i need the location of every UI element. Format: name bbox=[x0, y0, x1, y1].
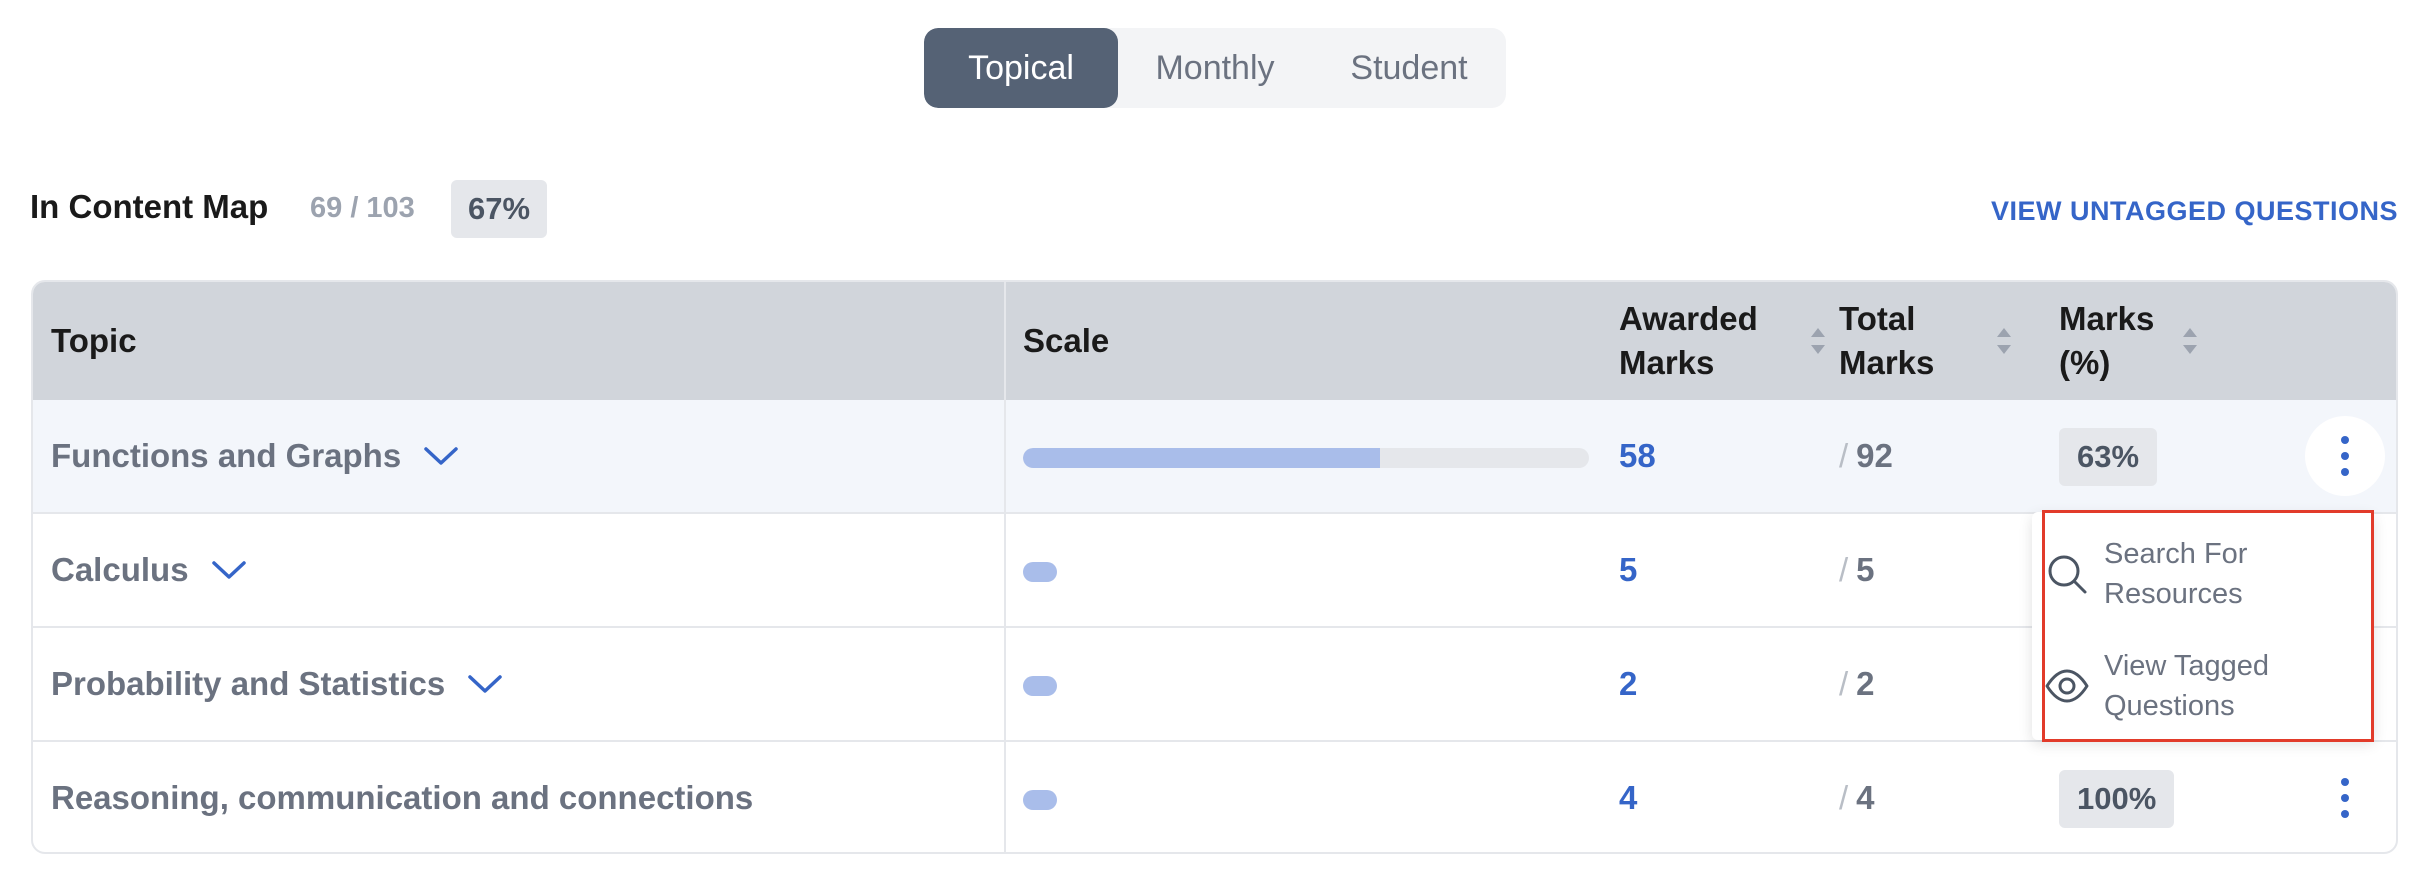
scale-bar-fill bbox=[1023, 448, 1380, 468]
view-untagged-questions-link[interactable]: VIEW UNTAGGED QUESTIONS bbox=[1991, 196, 2398, 227]
header-scale: Scale bbox=[1023, 322, 1110, 359]
total-marks: /2 bbox=[1839, 628, 1875, 740]
total-marks-value: 4 bbox=[1856, 779, 1875, 816]
header-marks-percent[interactable]: Marks (%) bbox=[2059, 282, 2179, 400]
table-header: Topic Scale Awarded Marks Total Marks Ma… bbox=[33, 282, 2396, 402]
row-actions-button[interactable] bbox=[2305, 416, 2385, 496]
row-actions-menu: Search For Resources View Tagged Questio… bbox=[2032, 512, 2374, 740]
topic-name: Reasoning, communication and connections bbox=[51, 779, 754, 816]
awarded-marks-link[interactable]: 4 bbox=[1619, 742, 1637, 852]
content-map-title: In Content Map bbox=[30, 188, 269, 225]
total-marks: /92 bbox=[1839, 400, 1893, 512]
sort-icon[interactable] bbox=[1997, 328, 2011, 354]
chevron-down-icon[interactable] bbox=[211, 559, 247, 581]
slash-separator: / bbox=[1839, 437, 1849, 474]
menu-item-search-resources[interactable]: Search For Resources bbox=[2044, 524, 2364, 624]
header-total-marks[interactable]: Total Marks bbox=[1839, 282, 1979, 400]
scale-bar bbox=[1023, 790, 1057, 810]
awarded-marks-link[interactable]: 5 bbox=[1619, 514, 1637, 626]
slash-separator: / bbox=[1839, 779, 1849, 816]
kebab-menu-icon bbox=[2341, 436, 2349, 476]
topic-name: Probability and Statistics bbox=[51, 665, 446, 702]
menu-item-label: View Tagged Questions bbox=[2104, 650, 2270, 722]
tab-topical[interactable]: Topical bbox=[924, 28, 1118, 108]
awarded-marks-link[interactable]: 2 bbox=[1619, 628, 1637, 740]
topic-cell: Reasoning, communication and connections bbox=[51, 742, 754, 852]
scale-bar bbox=[1023, 448, 1589, 468]
table-row: Functions and Graphs 58 /92 63% bbox=[33, 400, 2396, 514]
content-map-count: 69 / 103 bbox=[310, 192, 415, 224]
awarded-marks-link[interactable]: 58 bbox=[1619, 400, 1656, 512]
row-actions-button[interactable] bbox=[2305, 758, 2385, 838]
slash-separator: / bbox=[1839, 551, 1849, 588]
sort-icon[interactable] bbox=[1811, 328, 1825, 354]
topic-cell[interactable]: Probability and Statistics bbox=[51, 628, 503, 740]
topic-cell[interactable]: Functions and Graphs bbox=[51, 400, 459, 512]
eye-icon bbox=[2044, 663, 2090, 709]
sort-icon[interactable] bbox=[2183, 328, 2197, 354]
tab-student[interactable]: Student bbox=[1312, 28, 1506, 108]
slash-separator: / bbox=[1839, 665, 1849, 702]
topic-name: Functions and Graphs bbox=[51, 437, 402, 474]
total-marks-value: 2 bbox=[1856, 665, 1875, 702]
total-marks-value: 5 bbox=[1856, 551, 1875, 588]
view-tabs: Topical Monthly Student bbox=[924, 28, 1506, 108]
topic-name: Calculus bbox=[51, 551, 189, 588]
menu-item-label: Search For Resources bbox=[2104, 538, 2248, 610]
column-divider bbox=[1004, 282, 1006, 852]
total-marks: /5 bbox=[1839, 514, 1875, 626]
chevron-down-icon[interactable] bbox=[467, 673, 503, 695]
kebab-menu-icon bbox=[2341, 778, 2349, 818]
marks-percent-badge: 100% bbox=[2059, 770, 2175, 828]
scale-bar bbox=[1023, 562, 1057, 582]
header-awarded-marks[interactable]: Awarded Marks bbox=[1619, 282, 1779, 400]
scale-bar bbox=[1023, 676, 1057, 696]
chevron-down-icon[interactable] bbox=[423, 445, 459, 467]
menu-item-view-tagged-questions[interactable]: View Tagged Questions bbox=[2044, 636, 2364, 736]
topic-cell[interactable]: Calculus bbox=[51, 514, 247, 626]
table-row: Reasoning, communication and connections… bbox=[33, 742, 2396, 852]
tab-monthly[interactable]: Monthly bbox=[1118, 28, 1312, 108]
header-topic: Topic bbox=[51, 322, 137, 359]
content-map-percent-badge: 67% bbox=[451, 180, 547, 238]
total-marks-value: 92 bbox=[1856, 437, 1893, 474]
total-marks: /4 bbox=[1839, 742, 1875, 852]
marks-percent-badge: 63% bbox=[2059, 428, 2158, 486]
search-icon bbox=[2044, 551, 2090, 597]
